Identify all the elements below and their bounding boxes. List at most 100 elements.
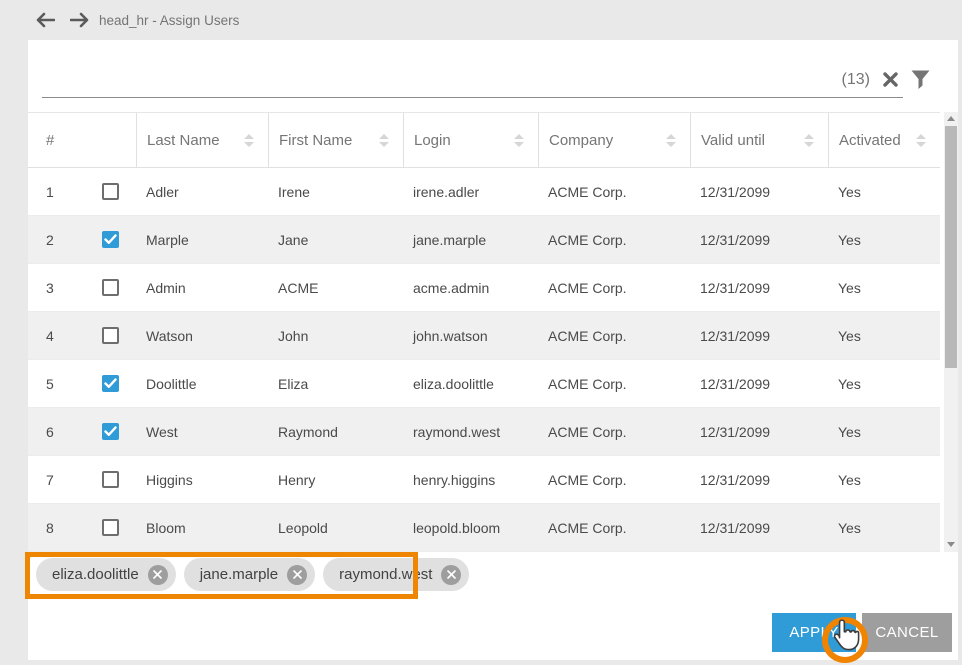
chip-remove-button[interactable] (441, 565, 461, 585)
chip-remove-button[interactable] (287, 565, 307, 585)
circle-x-icon (293, 570, 302, 579)
row-checkbox-unchecked[interactable] (102, 279, 119, 296)
row-checkbox-unchecked[interactable] (102, 327, 119, 344)
cell-login: jane.marple (403, 232, 538, 248)
sort-arrows-icon[interactable] (379, 134, 389, 147)
scroll-down-arrow-icon[interactable] (944, 538, 958, 550)
funnel-icon (911, 70, 930, 90)
sort-arrows-icon[interactable] (666, 134, 676, 147)
column-label: Login (414, 132, 451, 149)
cell-activated: Yes (828, 520, 940, 536)
row-number: 3 (46, 280, 102, 296)
cell-login: raymond.west (403, 424, 538, 440)
column-header-login[interactable]: Login (403, 113, 538, 167)
cell-last-name: Bloom (136, 520, 268, 536)
chip-label: jane.marple (200, 566, 278, 583)
cell-last-name: West (136, 424, 268, 440)
circle-x-icon (447, 570, 456, 579)
cell-company: ACME Corp. (538, 328, 690, 344)
arrow-right-icon[interactable] (70, 12, 90, 28)
table-body: 1AdlerIreneirene.adlerACME Corp.12/31/20… (28, 168, 940, 552)
cell-last-name: Doolittle (136, 376, 268, 392)
column-label: # (46, 132, 54, 149)
table-row: 2MarpleJanejane.marpleACME Corp.12/31/20… (28, 216, 940, 264)
row-number: 2 (46, 232, 102, 248)
chip-label: eliza.doolittle (52, 566, 139, 583)
arrow-left-icon[interactable] (35, 12, 55, 28)
cell-last-name: Admin (136, 280, 268, 296)
cell-valid-until: 12/31/2099 (690, 232, 828, 248)
row-checkbox-checked[interactable] (102, 231, 119, 248)
sort-arrows-icon[interactable] (916, 134, 926, 147)
row-checkbox-checked[interactable] (102, 423, 119, 440)
scroll-up-arrow-icon[interactable] (944, 112, 958, 124)
cell-last-name: Watson (136, 328, 268, 344)
column-label: Activated (839, 132, 901, 149)
result-count: (13) (842, 71, 870, 89)
scrollbar-thumb[interactable] (945, 126, 957, 368)
vertical-scrollbar[interactable] (944, 112, 958, 552)
cell-company: ACME Corp. (538, 184, 690, 200)
column-header-last-name[interactable]: Last Name (136, 113, 268, 167)
table-header-row: # Last Name First Name Login CompanyValid un… (28, 112, 940, 168)
cell-valid-until: 12/31/2099 (690, 280, 828, 296)
column-header-activated[interactable]: Activated (828, 113, 940, 167)
table-row: 7HigginsHenryhenry.higginsACME Corp.12/3… (28, 456, 940, 504)
cell-login: irene.adler (403, 184, 538, 200)
row-checkbox-checked[interactable] (102, 375, 119, 392)
cell-company: ACME Corp. (538, 472, 690, 488)
column-header-first-name[interactable]: First Name (268, 113, 403, 167)
sort-arrows-icon[interactable] (514, 134, 524, 147)
row-checkbox-unchecked[interactable] (102, 471, 119, 488)
cell-login: john.watson (403, 328, 538, 344)
row-number-cell: 3 (28, 279, 136, 296)
table-row: 5DoolittleElizaeliza.doolittleACME Corp.… (28, 360, 940, 408)
cell-first-name: John (268, 328, 403, 344)
cell-valid-until: 12/31/2099 (690, 424, 828, 440)
clear-x-icon (882, 71, 899, 88)
table-row: 6WestRaymondraymond.westACME Corp.12/31/… (28, 408, 940, 456)
column-header-company[interactable]: Company (538, 113, 690, 167)
cell-activated: Yes (828, 232, 940, 248)
cell-activated: Yes (828, 376, 940, 392)
row-number: 4 (46, 328, 102, 344)
selected-user-chip: raymond.west (323, 558, 469, 591)
cell-first-name: Leopold (268, 520, 403, 536)
column-label: Last Name (147, 132, 220, 149)
cell-first-name: ACME (268, 280, 403, 296)
row-checkbox-unchecked[interactable] (102, 183, 119, 200)
column-header-valid-until[interactable]: Valid until (690, 113, 828, 167)
dialog-panel: (13) # Last Name First Name Login CompanyVal… (28, 40, 958, 660)
selected-user-chip: eliza.doolittle (36, 558, 176, 591)
cell-login: leopold.bloom (403, 520, 538, 536)
cancel-button[interactable]: CANCEL (862, 613, 952, 652)
table-row: 8BloomLeopoldleopold.bloomACME Corp.12/3… (28, 504, 940, 552)
cell-company: ACME Corp. (538, 376, 690, 392)
cell-activated: Yes (828, 424, 940, 440)
dialog-title: head_hr - Assign Users (99, 13, 239, 28)
cell-company: ACME Corp. (538, 232, 690, 248)
row-checkbox-unchecked[interactable] (102, 519, 119, 536)
users-table: # Last Name First Name Login CompanyValid un… (28, 112, 940, 552)
row-number-cell: 5 (28, 375, 136, 392)
row-number-cell: 4 (28, 327, 136, 344)
chip-remove-button[interactable] (148, 565, 168, 585)
filter-input[interactable] (42, 65, 842, 95)
filter-button[interactable] (911, 70, 930, 90)
sort-arrows-icon[interactable] (244, 134, 254, 147)
apply-button[interactable]: APPLY (772, 613, 856, 652)
table-row: 3AdminACMEacme.adminACME Corp.12/31/2099… (28, 264, 940, 312)
clear-filter-button[interactable] (882, 71, 899, 88)
chip-label: raymond.west (339, 566, 432, 583)
cell-activated: Yes (828, 472, 940, 488)
sort-arrows-icon[interactable] (804, 134, 814, 147)
cell-login: henry.higgins (403, 472, 538, 488)
cell-valid-until: 12/31/2099 (690, 376, 828, 392)
cell-company: ACME Corp. (538, 520, 690, 536)
row-number: 5 (46, 376, 102, 392)
selected-users-chips: eliza.doolittle jane.marple raymond.west (36, 558, 469, 591)
column-label: First Name (279, 132, 352, 149)
cell-activated: Yes (828, 184, 940, 200)
selected-user-chip: jane.marple (184, 558, 315, 591)
row-number-cell: 7 (28, 471, 136, 488)
